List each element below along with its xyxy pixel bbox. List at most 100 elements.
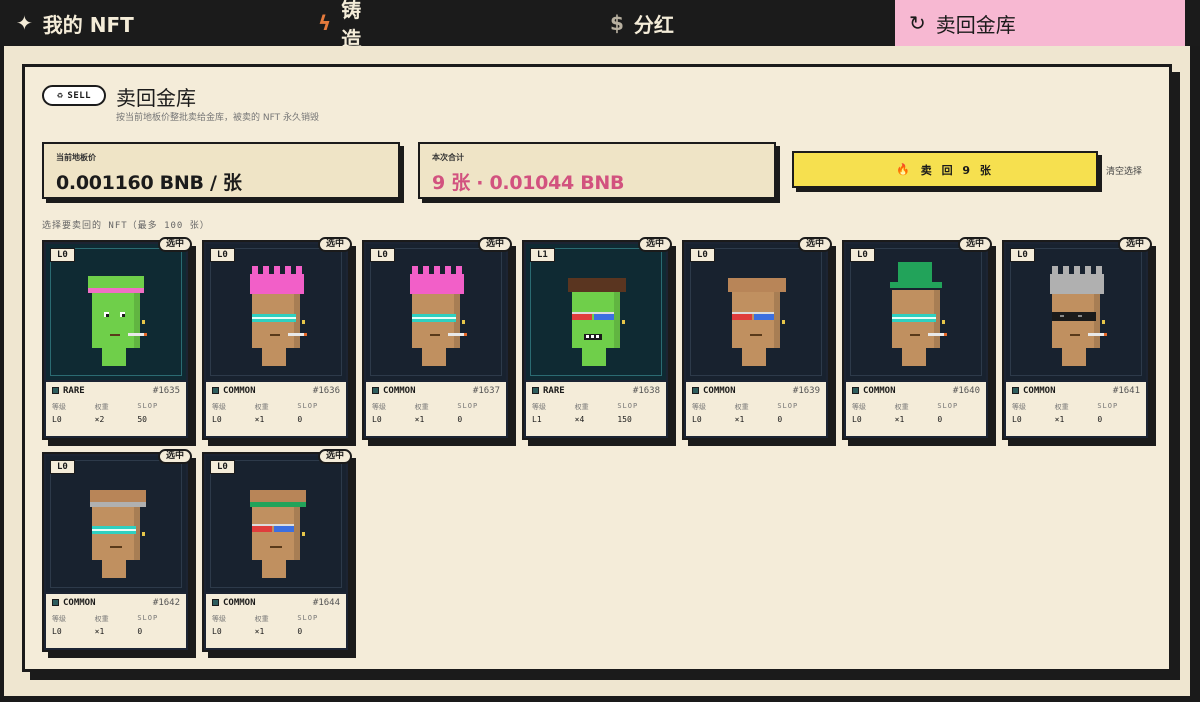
- clear-selection-button[interactable]: 清空选择: [1106, 164, 1142, 177]
- tab-label: 铸造: [341, 0, 362, 51]
- sell-button[interactable]: 🔥 卖 回 9 张: [792, 151, 1098, 188]
- stat-heads: 等级 权重 SLOP: [692, 402, 820, 412]
- nft-card[interactable]: L0 选中 COMMON #1641 等级 权重 SLOP L0 ×1 0: [1002, 237, 1152, 440]
- slop-head: SLOP: [937, 402, 959, 410]
- rarity-row: COMMON #1637: [372, 386, 500, 396]
- nft-id: #1639: [792, 386, 820, 396]
- rarity-row: COMMON #1640: [852, 386, 980, 396]
- selected-tag[interactable]: 选中: [317, 237, 352, 252]
- weight-value: ×1: [1054, 415, 1065, 424]
- level-value: L0: [372, 415, 382, 424]
- card-info: COMMON #1641 等级 权重 SLOP L0 ×1 0: [1006, 382, 1146, 436]
- slop-value: 0: [297, 627, 303, 636]
- weight-head: 权重: [94, 615, 109, 623]
- stat-values: L0 ×2 50: [52, 415, 180, 424]
- level-head: 等级: [372, 403, 386, 411]
- rarity: RARE: [532, 386, 565, 396]
- weight-value: ×4: [574, 415, 585, 424]
- level-tag: L0: [50, 248, 75, 262]
- rarity-label: RARE: [543, 386, 565, 396]
- total-label: 本次合计: [432, 153, 464, 162]
- rarity-label: COMMON: [1023, 386, 1056, 396]
- weight-head: 权重: [1054, 403, 1069, 411]
- card-info: COMMON #1637 等级 权重 SLOP L0 ×1 0: [366, 382, 506, 436]
- weight-head: 权重: [254, 615, 269, 623]
- nft-image: [1006, 244, 1146, 380]
- nft-image: [206, 456, 346, 592]
- rarity-label: COMMON: [703, 386, 736, 396]
- rarity-row: COMMON #1641: [1012, 386, 1140, 396]
- nft-card[interactable]: L0 选中 RARE #1635 等级 权重 SLOP L0 ×2 50: [42, 237, 192, 440]
- level-tag: L0: [370, 248, 395, 262]
- nft-image: [846, 244, 986, 380]
- nft-card[interactable]: L0 选中 COMMON #1637 等级 权重 SLOP L0 ×1 0: [362, 237, 512, 440]
- slop-value: 0: [457, 415, 463, 424]
- nft-card[interactable]: L0 选中 COMMON #1639 等级 权重 SLOP L0 ×1 0: [682, 237, 832, 440]
- stat-heads: 等级 权重 SLOP: [1012, 402, 1140, 412]
- stat-values: L0 ×1 0: [1012, 415, 1140, 424]
- slop-value: 0: [937, 415, 943, 424]
- selected-tag[interactable]: 选中: [317, 449, 352, 464]
- selected-tag[interactable]: 选中: [157, 237, 192, 252]
- rarity-label: COMMON: [223, 386, 256, 396]
- level-head: 等级: [52, 615, 66, 623]
- selected-tag[interactable]: 选中: [957, 237, 992, 252]
- level-value: L0: [692, 415, 702, 424]
- level-value: L0: [852, 415, 862, 424]
- rarity-dot-icon: [212, 387, 219, 394]
- weight-head: 权重: [414, 403, 429, 411]
- nft-card[interactable]: L0 选中 COMMON #1644 等级 权重 SLOP L0 ×1 0: [202, 449, 352, 652]
- stat-heads: 等级 权重 SLOP: [52, 402, 180, 412]
- nft-id: #1640: [952, 386, 980, 396]
- weight-value: ×1: [894, 415, 905, 424]
- level-head: 等级: [852, 403, 866, 411]
- nft-image: [366, 244, 506, 380]
- card-info: RARE #1635 等级 权重 SLOP L0 ×2 50: [46, 382, 186, 436]
- stat-values: L0 ×1 0: [212, 415, 340, 424]
- stat-heads: 等级 权重 SLOP: [52, 614, 180, 624]
- selected-tag[interactable]: 选中: [1117, 237, 1152, 252]
- rarity-dot-icon: [692, 387, 699, 394]
- level-tag: L0: [850, 248, 875, 262]
- card-info: COMMON #1640 等级 权重 SLOP L0 ×1 0: [846, 382, 986, 436]
- selected-tag[interactable]: 选中: [477, 237, 512, 252]
- nft-id: #1644: [312, 598, 340, 608]
- tab-sell-back[interactable]: ↻ 卖回金库: [895, 0, 1185, 46]
- fire-icon: 🔥: [896, 163, 913, 176]
- rarity: COMMON: [1012, 386, 1056, 396]
- rarity: COMMON: [212, 386, 256, 396]
- selected-tag[interactable]: 选中: [637, 237, 672, 252]
- stat-heads: 等级 权重 SLOP: [212, 402, 340, 412]
- tab-label: 卖回金库: [935, 12, 1016, 37]
- nft-card[interactable]: L0 选中 COMMON #1636 等级 权重 SLOP L0 ×1 0: [202, 237, 352, 440]
- stat-values: L1 ×4 150: [532, 415, 660, 424]
- sell-button-label: 卖 回 9 张: [920, 163, 994, 177]
- floor-price-value: 0.001160 BNB / 张: [56, 172, 242, 194]
- weight-head: 权重: [254, 403, 269, 411]
- selected-tag[interactable]: 选中: [797, 237, 832, 252]
- selected-tag[interactable]: 选中: [157, 449, 192, 464]
- slop-value: 50: [137, 415, 147, 424]
- nft-card[interactable]: L1 选中 RARE #1638 等级 权重 SLOP L1 ×4 150: [522, 237, 672, 440]
- nft-card[interactable]: L0 选中 COMMON #1640 等级 权重 SLOP L0 ×1 0: [842, 237, 992, 440]
- pixel-punk-avatar: [242, 472, 312, 578]
- slop-value: 0: [137, 627, 143, 636]
- level-value: L0: [52, 627, 62, 636]
- weight-value: ×1: [414, 415, 425, 424]
- nft-card[interactable]: L0 选中 COMMON #1642 等级 权重 SLOP L0 ×1 0: [42, 449, 192, 652]
- pixel-punk-avatar: [722, 260, 792, 366]
- slop-head: SLOP: [137, 402, 159, 410]
- rarity-dot-icon: [212, 599, 219, 606]
- tab-mint[interactable]: ϟ 铸造: [0, 0, 361, 51]
- level-head: 等级: [212, 615, 226, 623]
- weight-value: ×1: [254, 627, 265, 636]
- rarity-row: RARE #1638: [532, 386, 660, 396]
- level-tag: L0: [50, 460, 75, 474]
- weight-head: 权重: [94, 403, 109, 411]
- rarity-label: RARE: [63, 386, 85, 396]
- level-head: 等级: [532, 403, 546, 411]
- weight-head: 权重: [894, 403, 909, 411]
- level-tag: L0: [210, 248, 235, 262]
- slop-value: 0: [1097, 415, 1103, 424]
- tab-dividend[interactable]: $ 分红: [610, 0, 674, 46]
